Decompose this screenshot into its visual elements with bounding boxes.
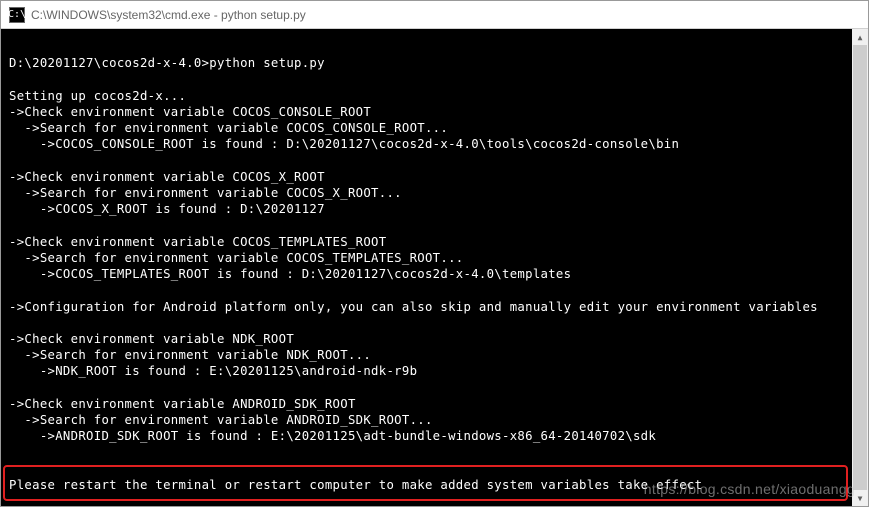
scroll-down-button[interactable]: ▼ bbox=[852, 490, 868, 506]
scroll-track[interactable] bbox=[852, 45, 868, 490]
cmd-icon: C:\ bbox=[9, 7, 25, 23]
window-title: C:\WINDOWS\system32\cmd.exe - python set… bbox=[31, 8, 860, 22]
scroll-up-button[interactable]: ▲ bbox=[852, 29, 868, 45]
window-titlebar[interactable]: C:\ C:\WINDOWS\system32\cmd.exe - python… bbox=[1, 1, 868, 29]
cmd-window: C:\ C:\WINDOWS\system32\cmd.exe - python… bbox=[0, 0, 869, 507]
terminal-output[interactable]: D:\20201127\cocos2d-x-4.0>python setup.p… bbox=[1, 29, 868, 506]
vertical-scrollbar[interactable]: ▲ ▼ bbox=[852, 29, 868, 506]
scroll-thumb[interactable] bbox=[853, 45, 867, 490]
